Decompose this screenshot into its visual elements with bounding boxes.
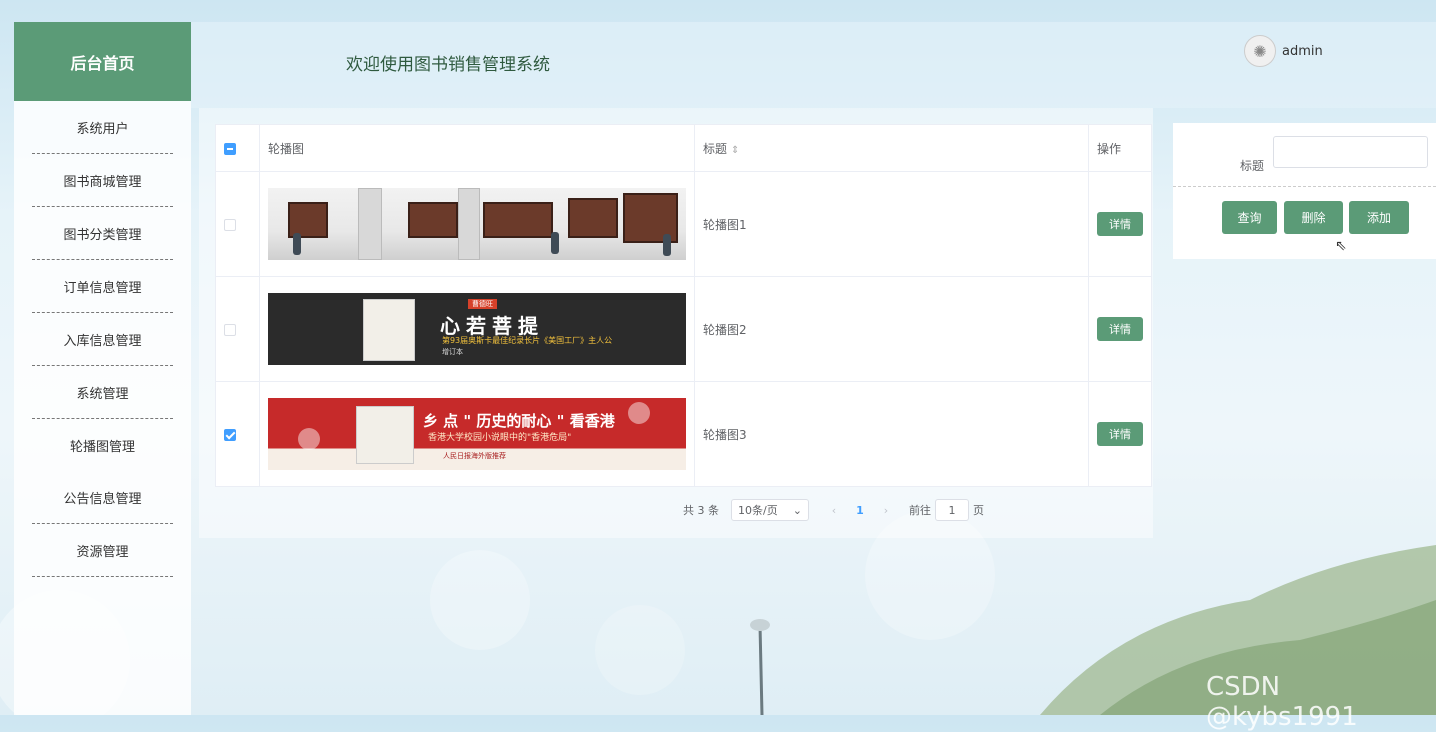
col-header-image: 轮播图 xyxy=(258,124,695,172)
col-header-actions: 操作 xyxy=(1087,124,1153,172)
sidebar-item-users[interactable]: 系统用户 xyxy=(32,101,173,154)
sidebar-item-system[interactable]: 系统管理 xyxy=(32,366,173,419)
page-number-current[interactable]: 1 xyxy=(845,499,875,521)
table-header-row: 轮播图 标题 ⇕ 操作 xyxy=(215,124,1153,172)
query-button[interactable]: 查询 xyxy=(1222,201,1277,234)
carousel-table: 轮播图 标题 ⇕ 操作 轮播图1 详情 曹德旺 心若菩提 第93届奥斯卡最佳纪录… xyxy=(215,124,1153,487)
banner-badge: 曹德旺 xyxy=(467,299,497,309)
table-panel: 轮播图 标题 ⇕ 操作 轮播图1 详情 曹德旺 心若菩提 第93届奥斯卡最佳纪录… xyxy=(199,108,1153,538)
row-select-cell xyxy=(215,171,260,277)
search-panel: 标题 查询 删除 添加 xyxy=(1173,123,1436,259)
mouse-cursor-icon: ⇖ xyxy=(1335,238,1347,254)
sidebar-item-notices[interactable]: 公告信息管理 xyxy=(32,471,173,524)
goto-page-value: 1 xyxy=(948,503,956,517)
banner-headline: 乡 点 " 历史的耐心 " 看香港 xyxy=(422,412,615,430)
goto-suffix: 页 xyxy=(973,504,984,517)
table-row: 曹德旺 心若菩提 第93届奥斯卡最佳纪录长片《美国工厂》主人公 增订本 轮播图2… xyxy=(215,276,1153,382)
chevron-down-icon: ⌄ xyxy=(792,503,802,517)
username[interactable]: admin xyxy=(1282,44,1323,59)
prev-page-icon[interactable]: ‹ xyxy=(823,499,845,521)
sidebar-home-title[interactable]: 后台首页 xyxy=(14,22,191,101)
sidebar-item-book-category[interactable]: 图书分类管理 xyxy=(32,207,173,260)
pagination-total: 共 3 条 xyxy=(683,504,719,517)
user-menu[interactable]: ✺ admin xyxy=(1244,35,1323,67)
add-button[interactable]: 添加 xyxy=(1349,201,1409,234)
title-filter-label: 标题 xyxy=(1240,159,1265,173)
banner-subtitle: 香港大学校园小说眼中的"香港危局" xyxy=(427,433,572,443)
carousel-image-book-promo: 曹德旺 心若菩提 第93届奥斯卡最佳纪录长片《美国工厂》主人公 增订本 xyxy=(267,293,686,365)
col-header-title[interactable]: 标题 ⇕ xyxy=(693,124,1089,172)
detail-button[interactable]: 详情 xyxy=(1096,422,1143,446)
sidebar-menu: 系统用户 图书商城管理 图书分类管理 订单信息管理 入库信息管理 系统管理 轮播… xyxy=(14,101,191,577)
sidebar-item-orders[interactable]: 订单信息管理 xyxy=(32,260,173,313)
col-header-title-label: 标题 xyxy=(702,141,727,156)
image-cell: 乡 点 " 历史的耐心 " 看香港 香港大学校园小说眼中的"香港危局" 人民日报… xyxy=(258,381,695,487)
select-all-cell xyxy=(215,124,260,172)
goto-label: 前往 xyxy=(909,504,931,517)
welcome-title: 欢迎使用图书销售管理系统 xyxy=(346,55,550,75)
delete-button[interactable]: 删除 xyxy=(1284,201,1343,234)
row-checkbox-checked[interactable] xyxy=(224,428,236,441)
select-all-checkbox[interactable] xyxy=(224,142,236,155)
image-cell: 曹德旺 心若菩提 第93届奥斯卡最佳纪录长片《美国工厂》主人公 增订本 xyxy=(258,276,695,382)
row-select-cell xyxy=(215,381,260,487)
search-row: 标题 xyxy=(1173,136,1436,187)
table-row: 乡 点 " 历史的耐心 " 看香港 香港大学校园小说眼中的"香港危局" 人民日报… xyxy=(215,381,1153,487)
detail-button[interactable]: 详情 xyxy=(1096,212,1143,236)
avatar[interactable]: ✺ xyxy=(1244,35,1276,67)
title-search-input[interactable] xyxy=(1273,136,1428,168)
page-size-value: 10条/页 xyxy=(738,504,778,517)
image-cell xyxy=(258,171,695,277)
next-page-icon[interactable]: › xyxy=(875,499,897,521)
row-select-cell xyxy=(215,276,260,382)
banner-footer: 人民日报海外版推荐 xyxy=(442,452,506,460)
goto-page-input[interactable]: 1 xyxy=(935,499,969,521)
detail-button[interactable]: 详情 xyxy=(1096,317,1143,341)
sidebar-item-carousel[interactable]: 轮播图管理 xyxy=(32,419,173,471)
loading-spinner-icon: ✺ xyxy=(1253,41,1267,61)
carousel-image-hongkong: 乡 点 " 历史的耐心 " 看香港 香港大学校园小说眼中的"香港危局" 人民日报… xyxy=(267,398,686,470)
sidebar-item-stock-in[interactable]: 入库信息管理 xyxy=(32,313,173,366)
watermark: CSDN @kybs1991 xyxy=(1206,672,1358,732)
banner-subtitle: 增订本 xyxy=(441,348,463,356)
pagination: 共 3 条 10条/页 ⌄ ‹ 1 › 前往 1 页 xyxy=(683,499,984,521)
sidebar-item-book-mall[interactable]: 图书商城管理 xyxy=(32,154,173,207)
page-size-select[interactable]: 10条/页 ⌄ xyxy=(731,499,809,521)
table-row: 轮播图1 详情 xyxy=(215,171,1153,277)
row-checkbox[interactable] xyxy=(224,323,236,336)
action-cell: 详情 xyxy=(1087,381,1153,487)
sort-icon[interactable]: ⇕ xyxy=(731,145,739,156)
carousel-image-bookstore xyxy=(267,188,686,260)
sidebar-item-resources[interactable]: 资源管理 xyxy=(32,524,173,577)
title-cell: 轮播图2 xyxy=(693,276,1089,382)
banner-tagline: 第93届奥斯卡最佳纪录长片《美国工厂》主人公 xyxy=(441,336,613,345)
top-header: 欢迎使用图书销售管理系统 ✺ admin xyxy=(191,22,1436,108)
action-cell: 详情 xyxy=(1087,171,1153,277)
title-cell: 轮播图1 xyxy=(693,171,1089,277)
action-cell: 详情 xyxy=(1087,276,1153,382)
title-cell: 轮播图3 xyxy=(693,381,1089,487)
sidebar: 后台首页 系统用户 图书商城管理 图书分类管理 订单信息管理 入库信息管理 系统… xyxy=(14,22,191,715)
row-checkbox[interactable] xyxy=(224,218,236,231)
